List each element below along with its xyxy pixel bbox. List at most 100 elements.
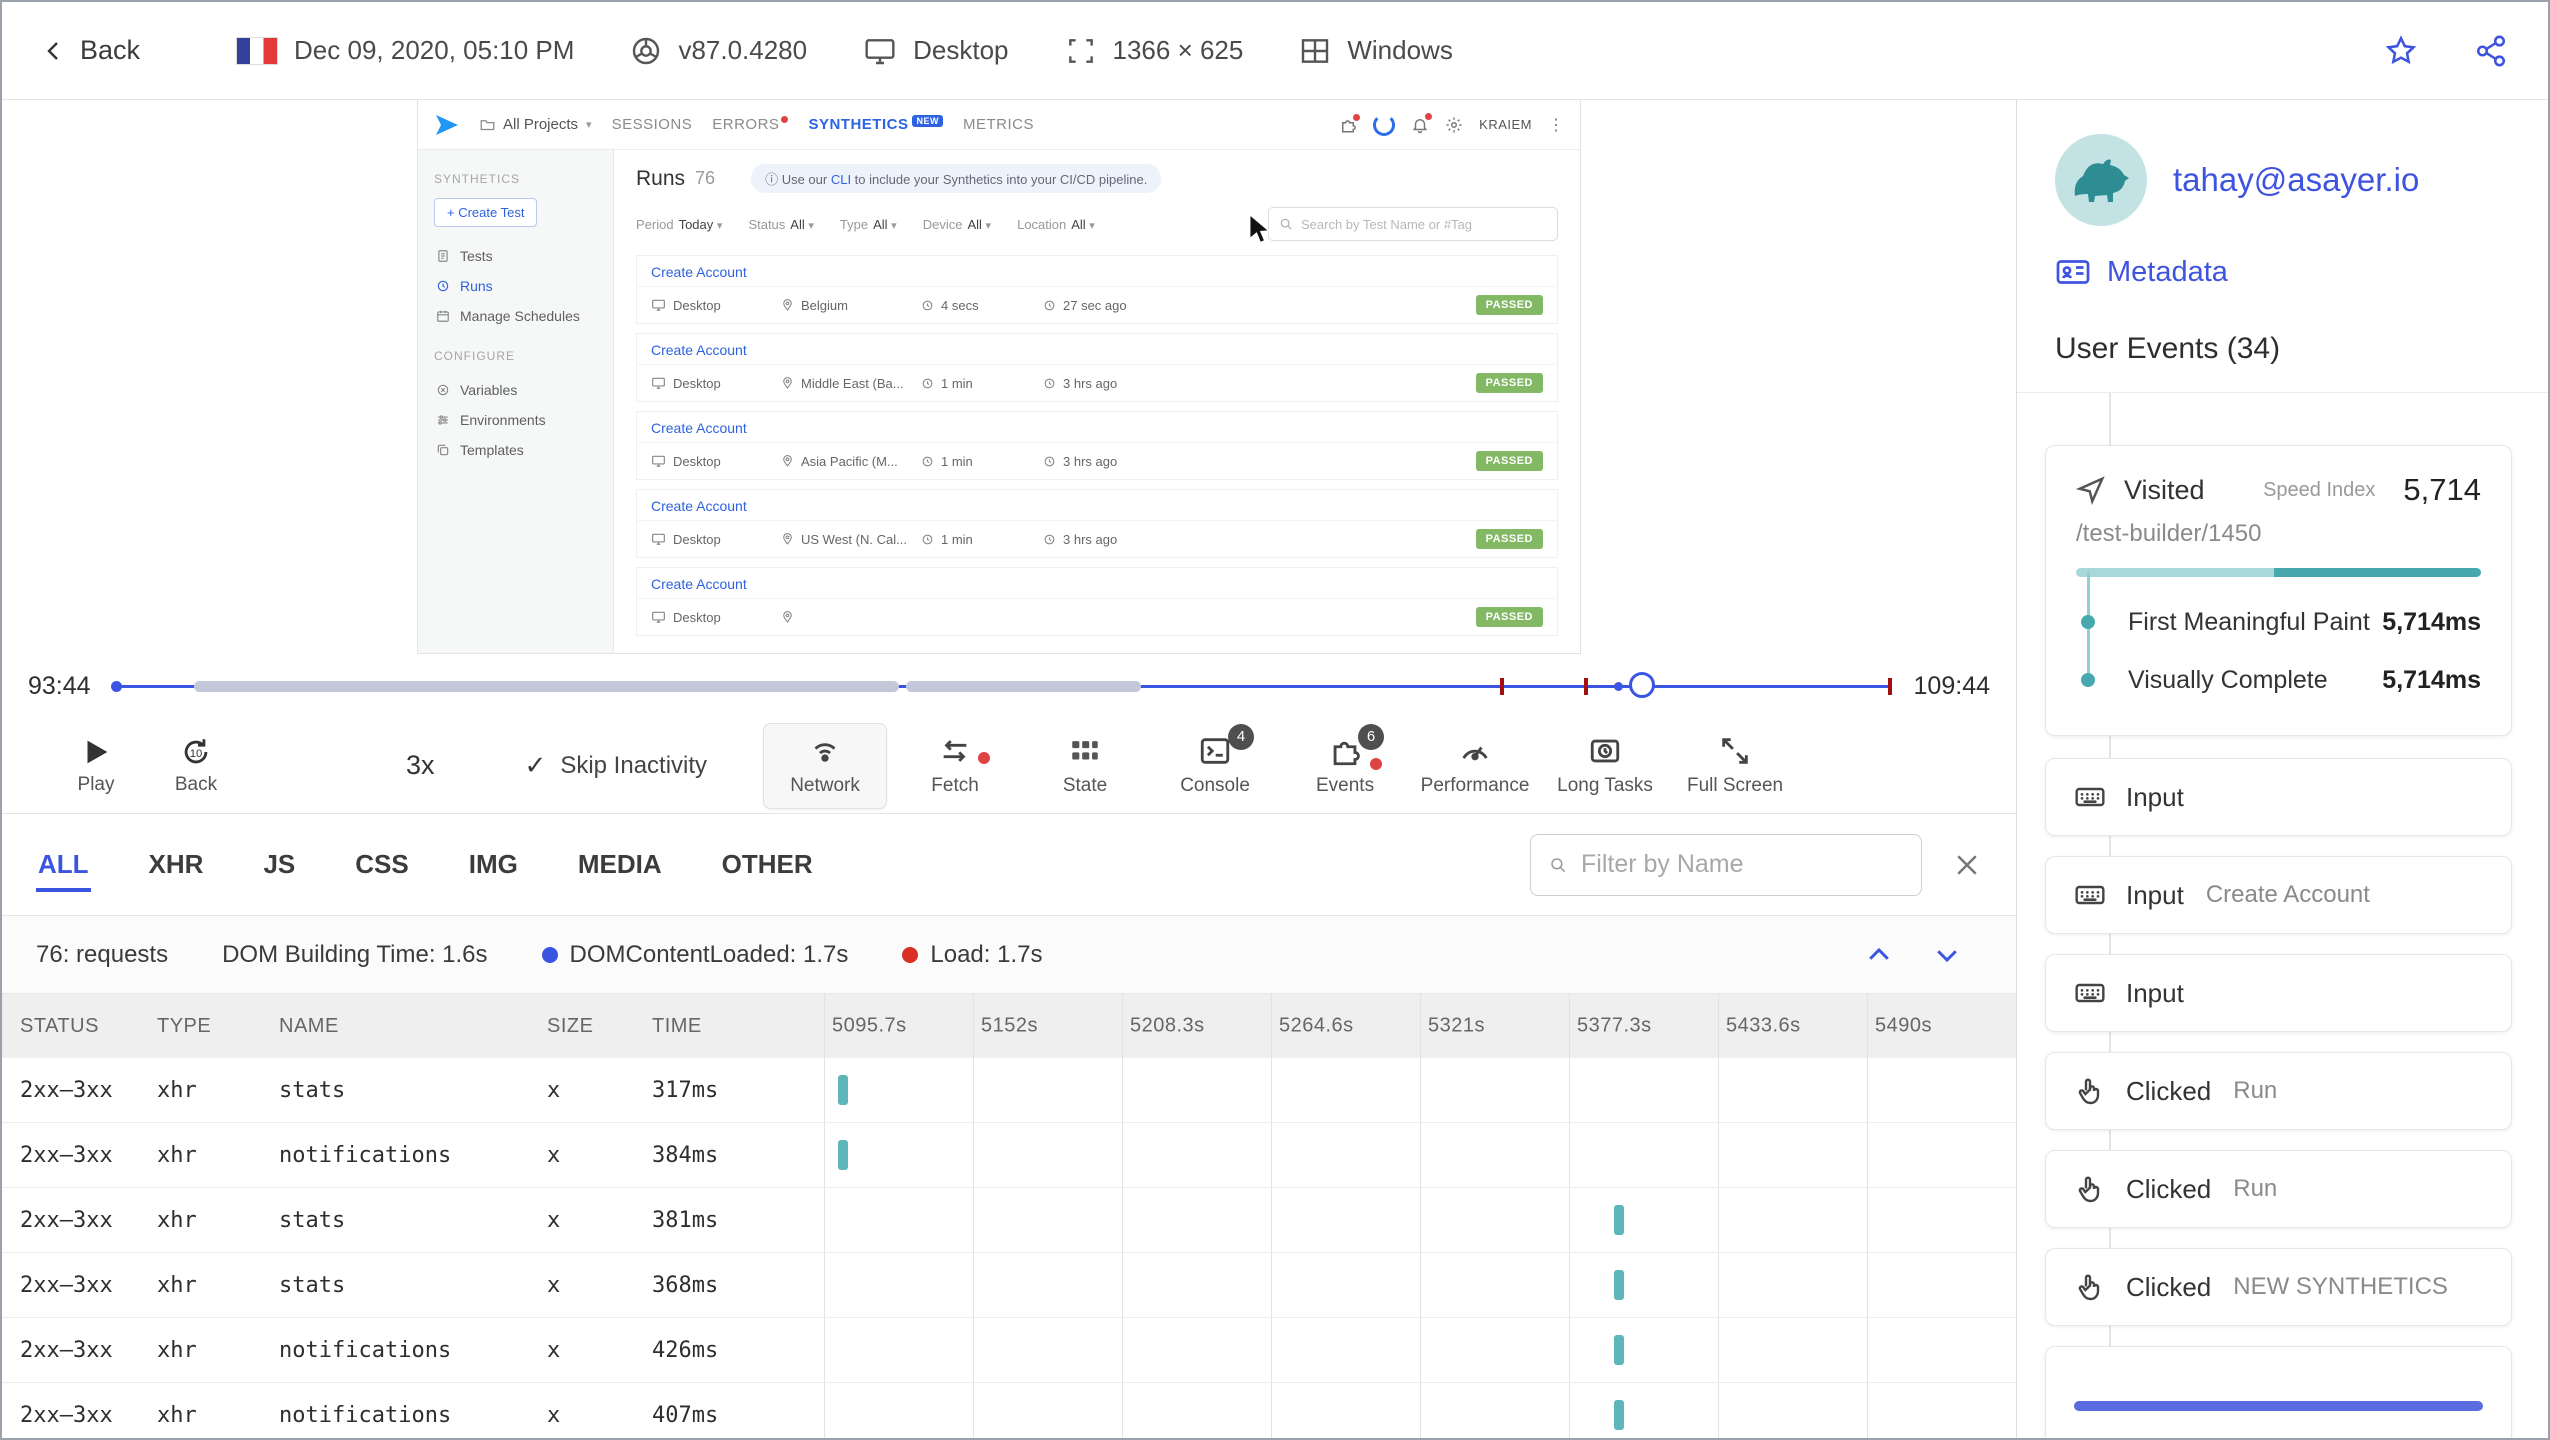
- navigation-arrow-icon: [2076, 476, 2105, 505]
- col-name: NAME: [279, 1014, 339, 1037]
- event-card-partial[interactable]: [2045, 1346, 2512, 1438]
- filter-device: Device All ▾: [922, 216, 992, 232]
- request-row[interactable]: 2xx–3xx xhr stats x 381ms: [2, 1188, 2016, 1253]
- tool-events[interactable]: 6 Events: [1283, 723, 1407, 809]
- run-name-link: Create Account: [637, 334, 1557, 365]
- request-row[interactable]: 2xx–3xx xhr notifications x 407ms: [2, 1383, 2016, 1438]
- play-button[interactable]: Play: [46, 735, 146, 796]
- error-event-marker: [1583, 678, 1588, 695]
- request-timing-bar: [1614, 1400, 1625, 1430]
- player-column: All Projects ▾ SESSIONS ERRORS SYNTHETIC…: [2, 100, 2016, 1438]
- metric-dot: [2081, 615, 2095, 629]
- event-card-input[interactable]: Input: [2045, 758, 2512, 836]
- close-icon: [1957, 854, 1977, 875]
- request-row[interactable]: 2xx–3xx xhr notifications x 426ms: [2, 1318, 2016, 1383]
- back-button[interactable]: Back: [42, 35, 140, 66]
- keyboard-icon: [2075, 885, 2105, 905]
- tool-fetch[interactable]: Fetch: [893, 723, 1017, 809]
- request-timing-bar: [1614, 1335, 1625, 1365]
- run-group: Create Account Desktop Middle East (Ba..…: [636, 333, 1558, 402]
- time-ago-icon: [1044, 456, 1055, 466]
- tab-all[interactable]: ALL: [36, 817, 91, 912]
- jump-next-button[interactable]: [1932, 940, 1962, 970]
- tool-state[interactable]: State: [1023, 723, 1147, 809]
- network-filter-input[interactable]: [1530, 833, 1922, 896]
- share-button[interactable]: [2474, 34, 2508, 68]
- replayed-app-content: Runs 76 ⓘ Use our CLI to include your Sy…: [614, 150, 1580, 653]
- request-row[interactable]: 2xx–3xx xhr notifications x 384ms: [2, 1123, 2016, 1188]
- event-card-clicked[interactable]: Clicked Run: [2045, 1150, 2512, 1228]
- tool-full-screen[interactable]: Full Screen: [1673, 723, 1797, 809]
- pin-icon: [783, 611, 792, 623]
- request-row[interactable]: 2xx–3xx xhr stats x 368ms: [2, 1253, 2016, 1318]
- col-size: SIZE: [547, 1014, 594, 1037]
- inactivity-segment: [194, 681, 899, 692]
- network-icon: [814, 743, 836, 762]
- time-ago-icon: [1044, 378, 1055, 388]
- test-search-input: [1268, 207, 1558, 241]
- monitor-icon: [652, 377, 665, 389]
- metadata-button[interactable]: Metadata: [2055, 254, 2508, 290]
- event-card-clicked[interactable]: Clicked NEW SYNTHETICS: [2045, 1248, 2512, 1326]
- timeline-start-dot: [110, 681, 122, 692]
- waterfall-header: 5095.7s 5152s 5208.3s 5264.6s 5321s 5377…: [824, 994, 2016, 1058]
- waterfall-cell: [824, 1058, 2016, 1122]
- tab-media[interactable]: MEDIA: [576, 817, 664, 912]
- favorite-star-button[interactable]: [2384, 34, 2418, 68]
- network-summary-bar: 76: requests DOM Building Time: 1.6s DOM…: [2, 916, 2016, 994]
- session-date-text: Dec 09, 2020, 05:10 PM: [294, 35, 575, 65]
- events-count-badge: 6: [1358, 723, 1385, 750]
- app-tab-errors: ERRORS: [712, 116, 789, 133]
- browser-version: v87.0.4280: [678, 35, 808, 65]
- event-marker: [1614, 682, 1623, 691]
- skip-inactivity-toggle[interactable]: ✓ Skip Inactivity: [525, 750, 708, 781]
- console-icon: [1200, 738, 1230, 764]
- app-logo-icon: [436, 114, 458, 135]
- id-card-icon: [2056, 260, 2090, 284]
- tab-js[interactable]: JS: [261, 817, 297, 912]
- run-name-link: Create Account: [637, 490, 1557, 521]
- search-icon: [1280, 218, 1292, 230]
- tab-img[interactable]: IMG: [467, 817, 520, 912]
- request-timing-bar: [1614, 1270, 1625, 1300]
- sidebar-section-configure: CONFIGURE: [434, 349, 515, 363]
- request-row[interactable]: 2xx–3xx xhr stats x 317ms: [2, 1058, 2016, 1123]
- user-events-panel: tahay@asayer.io Metadata User Events (34…: [2016, 100, 2548, 1438]
- event-card-visited[interactable]: Visited Speed Index 5,714 /test-builder/…: [2045, 445, 2512, 736]
- waterfall-cell: [824, 1188, 2016, 1252]
- tool-performance[interactable]: Performance: [1413, 723, 1537, 809]
- playback-speed-button[interactable]: 3x: [406, 750, 435, 781]
- timeline-track[interactable]: [110, 672, 1892, 700]
- replayed-app-screen: All Projects ▾ SESSIONS ERRORS SYNTHETIC…: [417, 100, 1581, 654]
- tab-xhr[interactable]: XHR: [147, 817, 206, 912]
- tool-network[interactable]: Network: [763, 722, 888, 809]
- playhead[interactable]: [1629, 672, 1656, 698]
- col-type: TYPE: [157, 1014, 212, 1037]
- loading-spinner-icon: [1373, 113, 1396, 136]
- filter-type: Type All ▾: [839, 216, 897, 232]
- tab-other[interactable]: OTHER: [720, 817, 815, 912]
- check-icon: ✓: [524, 750, 547, 780]
- event-card-clicked[interactable]: Clicked Run: [2045, 1052, 2512, 1130]
- tab-css[interactable]: CSS: [353, 817, 410, 912]
- skip-back-button[interactable]: 10 Back: [146, 735, 246, 796]
- tool-console[interactable]: 4 Console: [1153, 723, 1277, 809]
- user-avatar: [2055, 134, 2147, 226]
- state-icon: [1072, 741, 1098, 760]
- filter-status: Status All ▾: [748, 216, 814, 232]
- dom-content-loaded: DOMContentLoaded: 1.7s: [541, 941, 848, 969]
- keyboard-icon: [2075, 983, 2105, 1003]
- fetch-icon: [943, 740, 967, 762]
- replay-viewport[interactable]: All Projects ▾ SESSIONS ERRORS SYNTHETIC…: [2, 100, 2016, 654]
- close-panel-button[interactable]: [1952, 850, 1982, 880]
- event-card-input[interactable]: Input Create Account: [2045, 856, 2512, 934]
- app-tab-sessions: SESSIONS: [611, 116, 693, 133]
- event-card-input[interactable]: Input: [2045, 954, 2512, 1032]
- load-time: Load: 1.7s: [902, 941, 1042, 969]
- tool-long-tasks[interactable]: Long Tasks: [1543, 723, 1667, 809]
- inactivity-segment: [905, 681, 1141, 692]
- speed-index-bar: [2076, 568, 2481, 577]
- sidebar-item-tests: Tests: [434, 241, 597, 271]
- jump-previous-button[interactable]: [1864, 940, 1894, 970]
- monitor-icon: [652, 611, 665, 623]
